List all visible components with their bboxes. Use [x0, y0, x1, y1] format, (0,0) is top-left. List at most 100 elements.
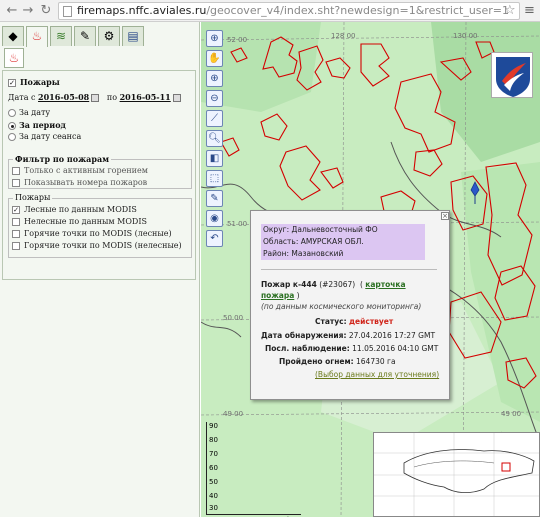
tab-maps[interactable]: ≋ — [50, 26, 72, 46]
calendar-from-icon[interactable] — [91, 94, 100, 102]
globe-icon: ⊕ — [210, 33, 219, 44]
forward-icon[interactable]: → — [20, 3, 36, 19]
hand-icon: ✋ — [208, 53, 221, 64]
page-icon — [63, 6, 72, 17]
tab-settings[interactable]: ⚙ — [98, 26, 120, 46]
bookmark-star-icon[interactable]: ☆ — [504, 3, 516, 18]
popup-detect-line: Дата обнаружения: 27.04.2016 17:27 GMT — [261, 331, 435, 340]
layer-hotspots-nonforest-checkbox[interactable] — [12, 242, 20, 250]
popup-last-obs-value: 11.05.2016 04:10 GMT — [352, 344, 439, 353]
address-bar[interactable]: firemaps.nffc.aviales.ru/geocover_v4/ind… — [58, 2, 520, 20]
layer-forest-checkbox[interactable]: ✓ — [12, 206, 20, 214]
layer-forest-modis[interactable]: ✓ Лесные по данным MODIS — [12, 205, 137, 214]
refine-data-link[interactable]: (Выбор данных для уточнения) — [315, 370, 439, 379]
calendar-to-icon[interactable] — [172, 94, 181, 102]
measure-tool[interactable]: ⟋ — [206, 110, 223, 127]
layer-hotspots-nonforest[interactable]: Горячие точки по MODIS (нелесные) — [12, 241, 182, 250]
scale-tick-50: 50 — [209, 478, 218, 486]
scale-tick-70: 70 — [209, 450, 218, 458]
popup-detect-label: Дата обнаружения: — [261, 331, 347, 340]
subtab-fire[interactable]: ♨ — [4, 48, 24, 68]
zoom-in-icon: ⊕ — [210, 73, 219, 84]
radio-by-period-button[interactable] — [8, 122, 16, 130]
select-tool[interactable]: ⬚ — [206, 170, 223, 187]
popup-close-icon[interactable]: × — [441, 212, 449, 220]
tab-fires[interactable]: ♨ — [26, 26, 48, 47]
reload-icon[interactable]: ↻ — [38, 3, 54, 19]
erase-tool[interactable]: ◧ — [206, 150, 223, 167]
map-scale: 90 80 70 60 50 40 30 20 40 60 km — [206, 422, 301, 517]
pan-tool[interactable]: ✋ — [206, 50, 223, 67]
tab-tools[interactable]: ✎ — [74, 26, 96, 46]
menu-icon[interactable]: ≡ — [524, 3, 535, 18]
popup-status-line: Статус: действует — [315, 317, 393, 326]
fires-pane: ✓ Пожары Дата с 2016-05-08 по 2016-05-11 … — [2, 70, 196, 280]
tab-layers[interactable]: ◆ — [2, 26, 24, 46]
filter-numbers-checkbox[interactable] — [12, 179, 20, 187]
draw-tool[interactable]: ✎ — [206, 190, 223, 207]
radio-by-period-label: За период — [19, 120, 66, 130]
zoom-extent-tool[interactable]: ⊕ — [206, 30, 223, 47]
popup-divider — [261, 269, 437, 270]
tab-table[interactable]: ▤ — [122, 26, 144, 46]
date-to-field[interactable]: 2016-05-11 — [120, 92, 171, 102]
grid-label-lon-130: 130 00 — [453, 32, 478, 40]
fires-title: Пожары — [20, 77, 60, 87]
grid-label-lat-50: 50 00 — [223, 314, 244, 322]
grid-label-lat-49-right: 49 00 — [501, 410, 522, 418]
fire-filter-legend: Фильтр по пожарам — [13, 154, 112, 164]
popup-fire-title: Пожар к-444 — [261, 280, 317, 289]
filter-active-checkbox[interactable] — [12, 167, 20, 175]
fire-card-link-cont[interactable]: пожара — [261, 291, 294, 300]
radio-by-session-label: За дату сеанса — [19, 132, 82, 141]
avialesookhrana-logo — [491, 52, 533, 98]
zoom-in-tool[interactable]: ⊕ — [206, 70, 223, 87]
radio-by-date-label: За дату — [19, 108, 51, 117]
grid-label-lon-128: 128 00 — [331, 32, 356, 40]
radio-by-date-button[interactable] — [8, 109, 16, 117]
refresh-tool[interactable]: ◉ — [206, 210, 223, 227]
scale-tick-30: 30 — [209, 504, 218, 512]
radio-by-session[interactable]: За дату сеанса — [8, 132, 81, 141]
popup-raion: Район: Мазановский — [263, 249, 344, 258]
select-icon: ⬚ — [209, 173, 220, 184]
popup-status-value: действует — [348, 317, 394, 326]
overview-map[interactable] — [373, 432, 540, 517]
tools-icon: ✎ — [79, 29, 91, 43]
layer-nonforest-checkbox[interactable] — [12, 218, 20, 226]
filter-active-only[interactable]: Только с активным горением — [12, 166, 148, 175]
grid-label-lat-51: 51 00 — [227, 220, 248, 228]
browser-toolbar: ← → ↻ firemaps.nffc.aviales.ru/geocover_… — [0, 0, 540, 22]
layer-hotspots-forest[interactable]: Горячие точки по MODIS (лесные) — [12, 229, 172, 238]
refresh-icon: ◉ — [210, 213, 219, 224]
date-from-field[interactable]: 2016-05-08 — [38, 92, 89, 102]
ruler-icon: ⟋ — [211, 113, 218, 124]
scale-tick-80: 80 — [209, 436, 218, 444]
url-path: /geocover_v4/index.sht?newdesign=1&restr… — [206, 4, 510, 17]
popup-last-obs-line: Посл. наблюдение: 11.05.2016 04:10 GMT — [265, 344, 438, 353]
left-panel: ◆ ♨ ≋ ✎ ⚙ ▤ ♨ ✓ Пожары Дата с 2016-05-08 … — [0, 22, 200, 517]
fire-card-link[interactable]: карточка — [365, 280, 405, 289]
fires-checkbox[interactable]: ✓ — [8, 79, 16, 87]
popup-burned-label: Пройдено огнем: — [279, 357, 354, 366]
popup-fire-title-line: Пожар к-444 (#23067) ( карточка — [261, 280, 406, 289]
back-icon[interactable]: ← — [4, 3, 20, 19]
grid-label-lat-49: 49 00 — [223, 410, 244, 418]
layer-hotspots-forest-checkbox[interactable] — [12, 230, 20, 238]
popup-card-link-line: пожара ) — [261, 291, 300, 300]
popup-district: Округ: Дальневосточный ФО — [263, 225, 378, 234]
layers-icon: ◆ — [8, 29, 18, 43]
scale-tick-60: 60 — [209, 464, 218, 472]
radio-by-date[interactable]: За дату — [8, 108, 50, 117]
layer-nonforest-modis[interactable]: Нелесные по данным MODIS — [12, 217, 147, 226]
map-view[interactable]: ⊕ ✋ ⊕ ⊖ ⟋ 🔍︎ ◧ ⬚ ✎ ◉ ↶ 128 00 130 00 52 … — [201, 22, 540, 517]
popup-status-label: Статус: — [315, 317, 347, 326]
zoom-out-tool[interactable]: ⊖ — [206, 90, 223, 107]
eraser-icon: ◧ — [209, 153, 220, 164]
radio-by-session-button[interactable] — [8, 133, 16, 141]
info-tool[interactable]: 🔍︎ — [206, 130, 223, 147]
undo-tool[interactable]: ↶ — [206, 230, 223, 247]
filter-show-numbers[interactable]: Показывать номера пожаров — [12, 178, 147, 187]
radio-by-period[interactable]: За период — [8, 120, 66, 130]
grid-label-lat-52: 52 00 — [227, 36, 248, 44]
